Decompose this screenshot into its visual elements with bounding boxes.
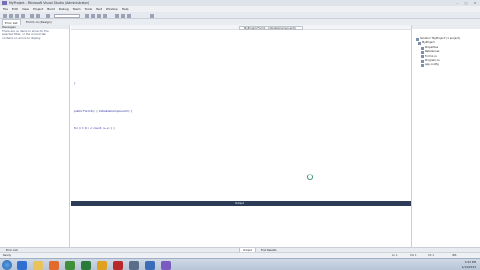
toolbar [0, 12, 480, 19]
media-player-icon[interactable] [65, 260, 75, 270]
windows-taskbar: 4:52 PM 1/14/2013 [0, 258, 480, 270]
solution-tree: Solution 'MyProject' (1 project) MyProje… [416, 37, 460, 68]
save-all-icon[interactable] [21, 13, 25, 18]
loading-spinner-icon [307, 174, 313, 180]
new-project-icon[interactable] [3, 13, 7, 18]
code-line[interactable]: for (i = 0; i < count; i++) { } [74, 126, 115, 130]
find-icon[interactable] [85, 13, 89, 18]
clock-date: 1/14/2013 [461, 264, 476, 269]
close-button[interactable]: ✕ [472, 1, 478, 5]
maximize-button[interactable]: □ [463, 1, 469, 5]
start-debug-icon[interactable] [46, 13, 50, 18]
form-file-icon [421, 55, 424, 59]
properties-folder-icon [421, 46, 424, 50]
app-icon[interactable] [97, 260, 107, 270]
error-list-pane: Messages There are no items to show for … [0, 25, 70, 247]
solution-icon [416, 37, 419, 41]
system-tray-clock[interactable]: 4:52 PM 1/14/2013 [462, 260, 476, 269]
code-line[interactable]: public Form1(); { InitializeComponent();… [74, 109, 133, 113]
config-file-icon [421, 64, 424, 68]
internet-explorer-icon[interactable] [17, 260, 27, 270]
editor-navigation-bar: MyProject.Form1 - InitializeComponent() [71, 25, 411, 30]
window-controls: – □ ✕ [454, 1, 478, 5]
visual-studio-window: MyProject - Microsoft Visual Studio (Adm… [0, 0, 480, 258]
undo-icon[interactable] [30, 13, 34, 18]
visual-studio-icon [2, 1, 7, 5]
start-button[interactable] [2, 260, 12, 270]
member-dropdown[interactable]: MyProject.Form1 - InitializeComponent() [239, 25, 303, 30]
output-dock-caption: Output [235, 201, 245, 205]
visual-studio-taskbar-icon[interactable] [161, 260, 171, 270]
status-column: Col 1 [410, 253, 417, 257]
pdf-reader-icon[interactable] [113, 260, 123, 270]
code-editor[interactable]: MyProject.Form1 - InitializeComponent() … [71, 25, 411, 201]
minimize-button[interactable]: – [454, 1, 460, 5]
toolbox-icon[interactable] [127, 13, 131, 18]
project-icon [418, 42, 421, 46]
comment-icon[interactable] [91, 13, 95, 18]
extension-icon[interactable] [150, 13, 154, 18]
status-insert-mode: INS [452, 253, 457, 257]
output-pane [71, 206, 411, 247]
bookmark-icon[interactable] [103, 13, 107, 18]
code-line[interactable]: } [74, 81, 76, 85]
properties-icon[interactable] [121, 13, 125, 18]
error-list-message: There are no items to show for the selec… [2, 29, 49, 40]
uncomment-icon[interactable] [97, 13, 101, 18]
word-icon[interactable] [145, 260, 155, 270]
save-icon[interactable] [15, 13, 19, 18]
status-line: Ln 1 [392, 253, 398, 257]
command-prompt-icon[interactable] [129, 260, 139, 270]
redo-icon[interactable] [36, 13, 40, 18]
solution-explorer-header [412, 25, 480, 29]
window-title: MyProject - Microsoft Visual Studio (Adm… [9, 0, 90, 5]
solution-config-dropdown[interactable] [54, 13, 80, 18]
excel-icon[interactable] [81, 260, 91, 270]
solution-explorer-icon[interactable] [115, 13, 119, 18]
solution-explorer-pane: Solution 'MyProject' (1 project) MyProje… [411, 25, 480, 247]
status-char: Ch 1 [428, 253, 434, 257]
open-icon[interactable] [9, 13, 13, 18]
references-icon [421, 50, 424, 54]
file-explorer-icon[interactable] [33, 260, 43, 270]
tree-node-config[interactable]: app.config [416, 63, 460, 68]
status-ready: Ready [3, 253, 12, 257]
cs-file-icon [421, 59, 424, 63]
firefox-icon[interactable] [49, 260, 59, 270]
